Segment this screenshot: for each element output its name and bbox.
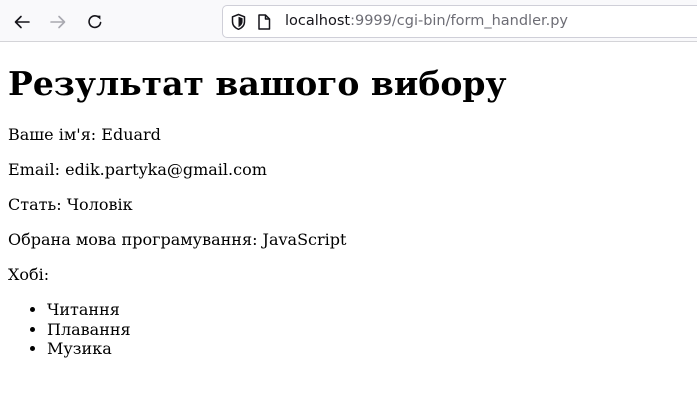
url-path: :9999/cgi-bin/form_handler.py (350, 13, 569, 29)
url-text[interactable]: localhost:9999/cgi-bin/form_handler.py (285, 6, 568, 37)
language-label: Обрана мова програмування: (8, 230, 258, 249)
hobbies-list: Читання Плавання Музика (8, 300, 131, 359)
page-title: Результат вашого вибору (8, 64, 507, 103)
url-host: localhost (285, 13, 351, 29)
page-icon[interactable] (257, 14, 271, 35)
language-line: Обрана мова програмування: JavaScript (8, 230, 346, 249)
name-value: Eduard (101, 125, 161, 144)
shield-icon[interactable] (230, 13, 247, 36)
email-line: Email: edik.partyka@gmail.com (8, 160, 267, 179)
email-value: edik.partyka@gmail.com (65, 160, 267, 179)
reload-button[interactable] (82, 9, 108, 35)
list-item: Читання (47, 300, 131, 320)
forward-button[interactable] (45, 9, 71, 35)
arrow-right-icon (49, 13, 67, 31)
reload-icon (86, 13, 104, 31)
gender-value: Чоловік (66, 195, 133, 214)
page-content: Результат вашого вибору Ваше ім'я: Eduar… (8, 43, 697, 359)
browser-toolbar: localhost:9999/cgi-bin/form_handler.py (0, 0, 697, 42)
back-button[interactable] (9, 9, 35, 35)
gender-label: Стать: (8, 195, 62, 214)
hobbies-label: Хобі: (8, 265, 50, 284)
address-bar[interactable]: localhost:9999/cgi-bin/form_handler.py (222, 5, 697, 38)
list-item: Плавання (47, 320, 131, 340)
language-value: JavaScript (262, 230, 347, 249)
name-label: Ваше ім'я: (8, 125, 97, 144)
list-item: Музика (47, 339, 131, 359)
email-label: Email: (8, 160, 61, 179)
arrow-left-icon (13, 13, 31, 31)
gender-line: Стать: Чоловік (8, 195, 133, 214)
name-line: Ваше ім'я: Eduard (8, 125, 161, 144)
